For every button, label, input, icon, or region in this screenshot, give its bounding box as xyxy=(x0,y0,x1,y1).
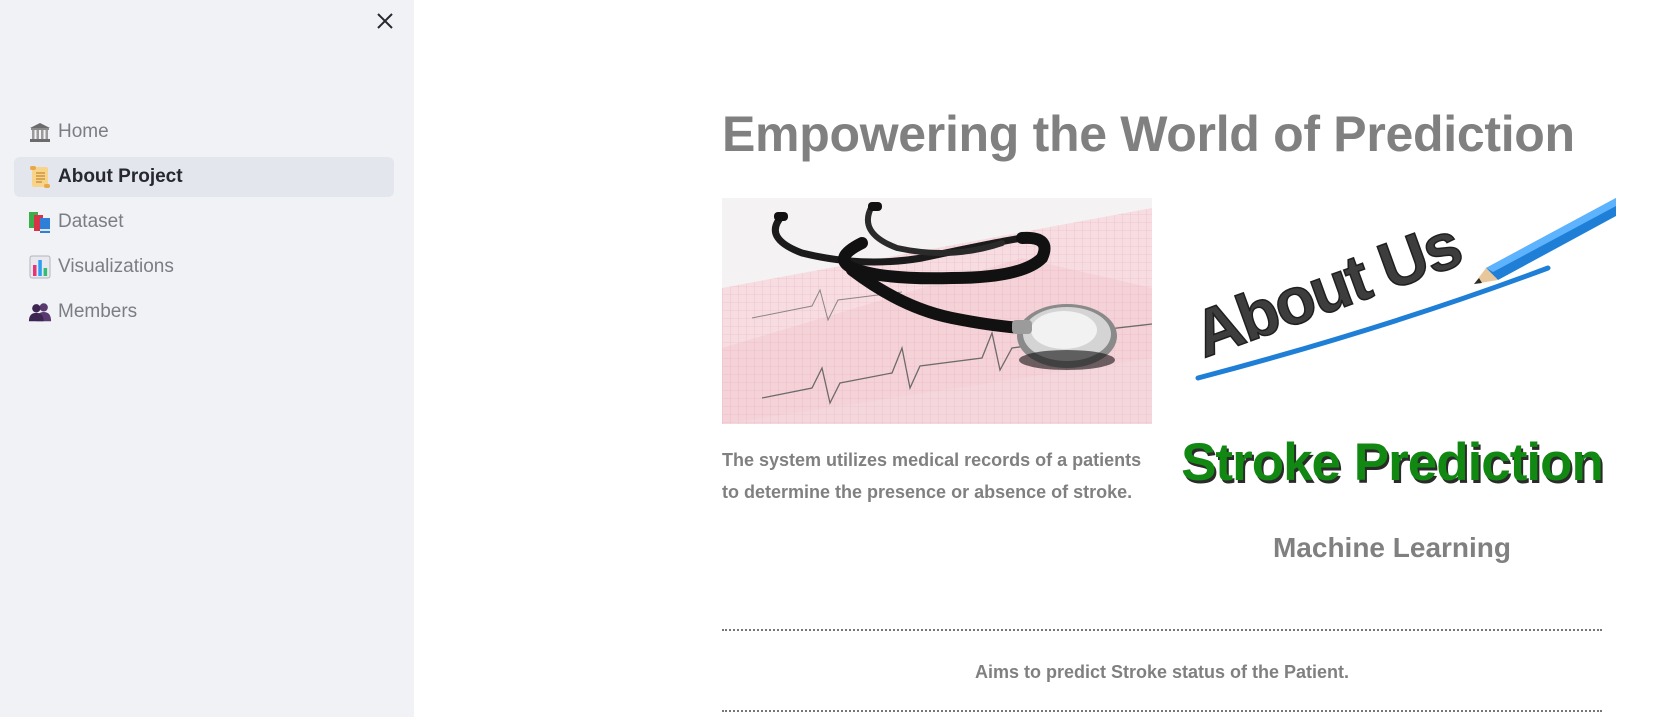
stethoscope-ecg-image xyxy=(722,198,1153,424)
sidebar-item-visualizations[interactable]: Visualizations xyxy=(14,247,394,287)
books-icon xyxy=(28,210,52,234)
sidebar-item-label: Visualizations xyxy=(58,256,174,277)
scroll-icon xyxy=(28,165,52,189)
stroke-prediction-heading: Stroke Prediction xyxy=(1181,433,1604,492)
sidebar-item-home[interactable]: Home xyxy=(14,112,394,152)
close-icon xyxy=(377,13,393,29)
bar-chart-icon xyxy=(28,255,52,279)
sidebar-item-about-project[interactable]: About Project xyxy=(14,157,394,197)
close-sidebar-button[interactable] xyxy=(372,8,398,34)
project-description: The system utilizes medical records of a… xyxy=(722,450,1142,502)
page-title: Empowering the World of Prediction xyxy=(722,106,1575,162)
sidebar-item-members[interactable]: Members xyxy=(14,292,394,332)
sidebar-item-dataset[interactable]: Dataset xyxy=(14,202,394,242)
main-content: Empowering the World of Prediction About… xyxy=(414,0,1672,717)
divider-top xyxy=(722,629,1602,631)
aims-text: Aims to predict Stroke status of the Pat… xyxy=(974,662,1350,682)
sidebar-item-label: Home xyxy=(58,121,109,142)
busts-in-silhouette-icon xyxy=(28,300,52,324)
about-us-pencil-image: About Us xyxy=(1168,198,1616,388)
machine-learning-subtitle: Machine Learning xyxy=(1272,532,1512,563)
sidebar: Home About Project Dataset Visualization… xyxy=(0,0,414,717)
divider-bottom xyxy=(722,710,1602,712)
sidebar-item-label: Members xyxy=(58,301,138,322)
sidebar-nav: Home About Project Dataset Visualization… xyxy=(14,112,394,337)
classical-building-icon xyxy=(28,120,52,144)
sidebar-item-label: About Project xyxy=(58,166,183,187)
sidebar-item-label: Dataset xyxy=(58,211,124,232)
app-root: Home About Project Dataset Visualization… xyxy=(0,0,1672,717)
